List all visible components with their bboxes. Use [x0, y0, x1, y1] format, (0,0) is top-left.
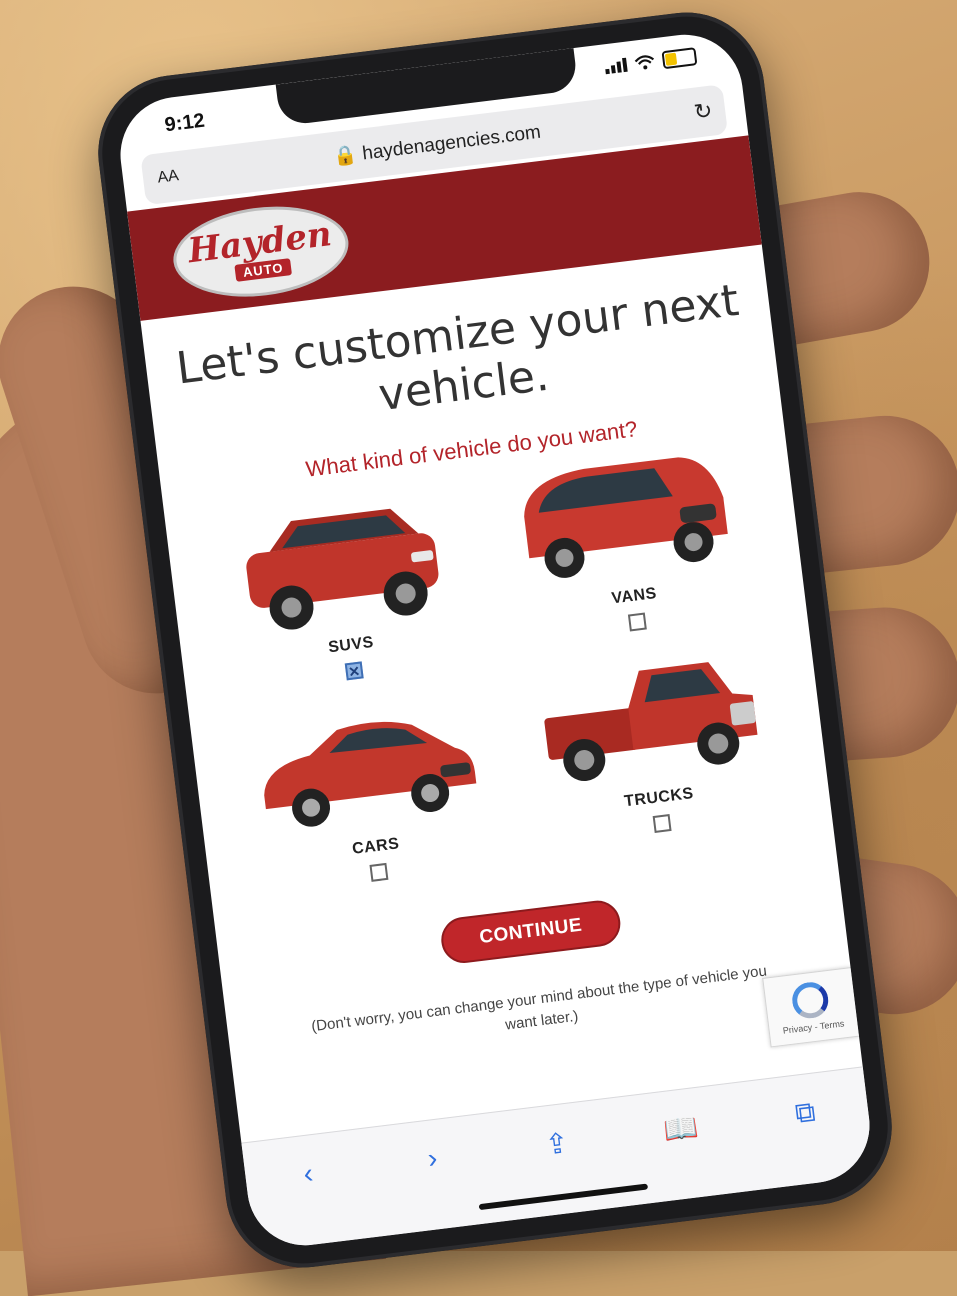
vehicle-label: SUVS — [327, 634, 375, 657]
recaptcha-icon — [790, 980, 831, 1021]
text-size-button[interactable]: AA — [142, 165, 194, 189]
logo-script: Hayden — [185, 213, 334, 271]
vehicle-type-grid: SUVS ✕ VANS CARS TRUCKS — [201, 453, 797, 898]
suv-image — [245, 509, 438, 630]
tabs-icon[interactable]: ⧉ — [779, 1094, 833, 1133]
vehicle-option-suvs[interactable]: SUVS ✕ — [201, 488, 488, 696]
suvs-checkbox[interactable]: ✕ — [344, 661, 364, 681]
battery-icon — [661, 47, 698, 70]
vehicle-option-vans[interactable]: VANS — [484, 439, 772, 661]
recaptcha-links[interactable]: Privacy - Terms — [782, 1018, 845, 1035]
car-image — [263, 722, 476, 827]
reassurance-note: (Don't worry, you can change your mind a… — [310, 962, 768, 1036]
vehicle-label: VANS — [610, 585, 658, 608]
lock-icon: 🔒 — [332, 144, 359, 168]
reload-icon[interactable]: ↻ — [680, 96, 727, 127]
forward-chevron-icon[interactable]: › — [406, 1140, 460, 1178]
wifi-icon — [634, 55, 655, 70]
back-chevron-icon[interactable]: ‹ — [281, 1155, 335, 1193]
vehicle-label: TRUCKS — [623, 785, 695, 811]
continue-button[interactable]: CONTINUE — [438, 898, 623, 966]
trucks-checkbox[interactable] — [652, 814, 672, 834]
check-mark-icon: ✕ — [347, 662, 362, 680]
vehicle-option-cars[interactable]: CARS — [226, 689, 513, 897]
hayden-auto-logo[interactable]: Hayden AUTO — [168, 197, 354, 307]
phone-screen: 9:12 AA 🔒 haydenagencies.com ↻ Hayden AU… — [113, 28, 877, 1252]
status-icons — [604, 47, 698, 76]
bookmarks-icon[interactable]: 📖 — [654, 1109, 708, 1148]
share-icon[interactable]: ⇪ — [530, 1124, 584, 1163]
recaptcha-badge[interactable]: Privacy - Terms — [762, 967, 860, 1048]
van-image — [523, 457, 728, 579]
url-text: haydenagencies.com — [361, 121, 542, 165]
cellular-signal-icon — [604, 57, 628, 75]
vehicle-label: CARS — [351, 835, 401, 859]
vehicle-option-trucks[interactable]: TRUCKS — [509, 640, 797, 862]
main-content: Let's customize your next vehicle. What … — [140, 245, 862, 1143]
cars-checkbox[interactable] — [369, 863, 389, 883]
truck-image — [543, 662, 758, 782]
home-indicator[interactable] — [478, 1183, 649, 1211]
vans-checkbox[interactable] — [627, 612, 647, 632]
status-time: 9:12 — [163, 109, 206, 137]
